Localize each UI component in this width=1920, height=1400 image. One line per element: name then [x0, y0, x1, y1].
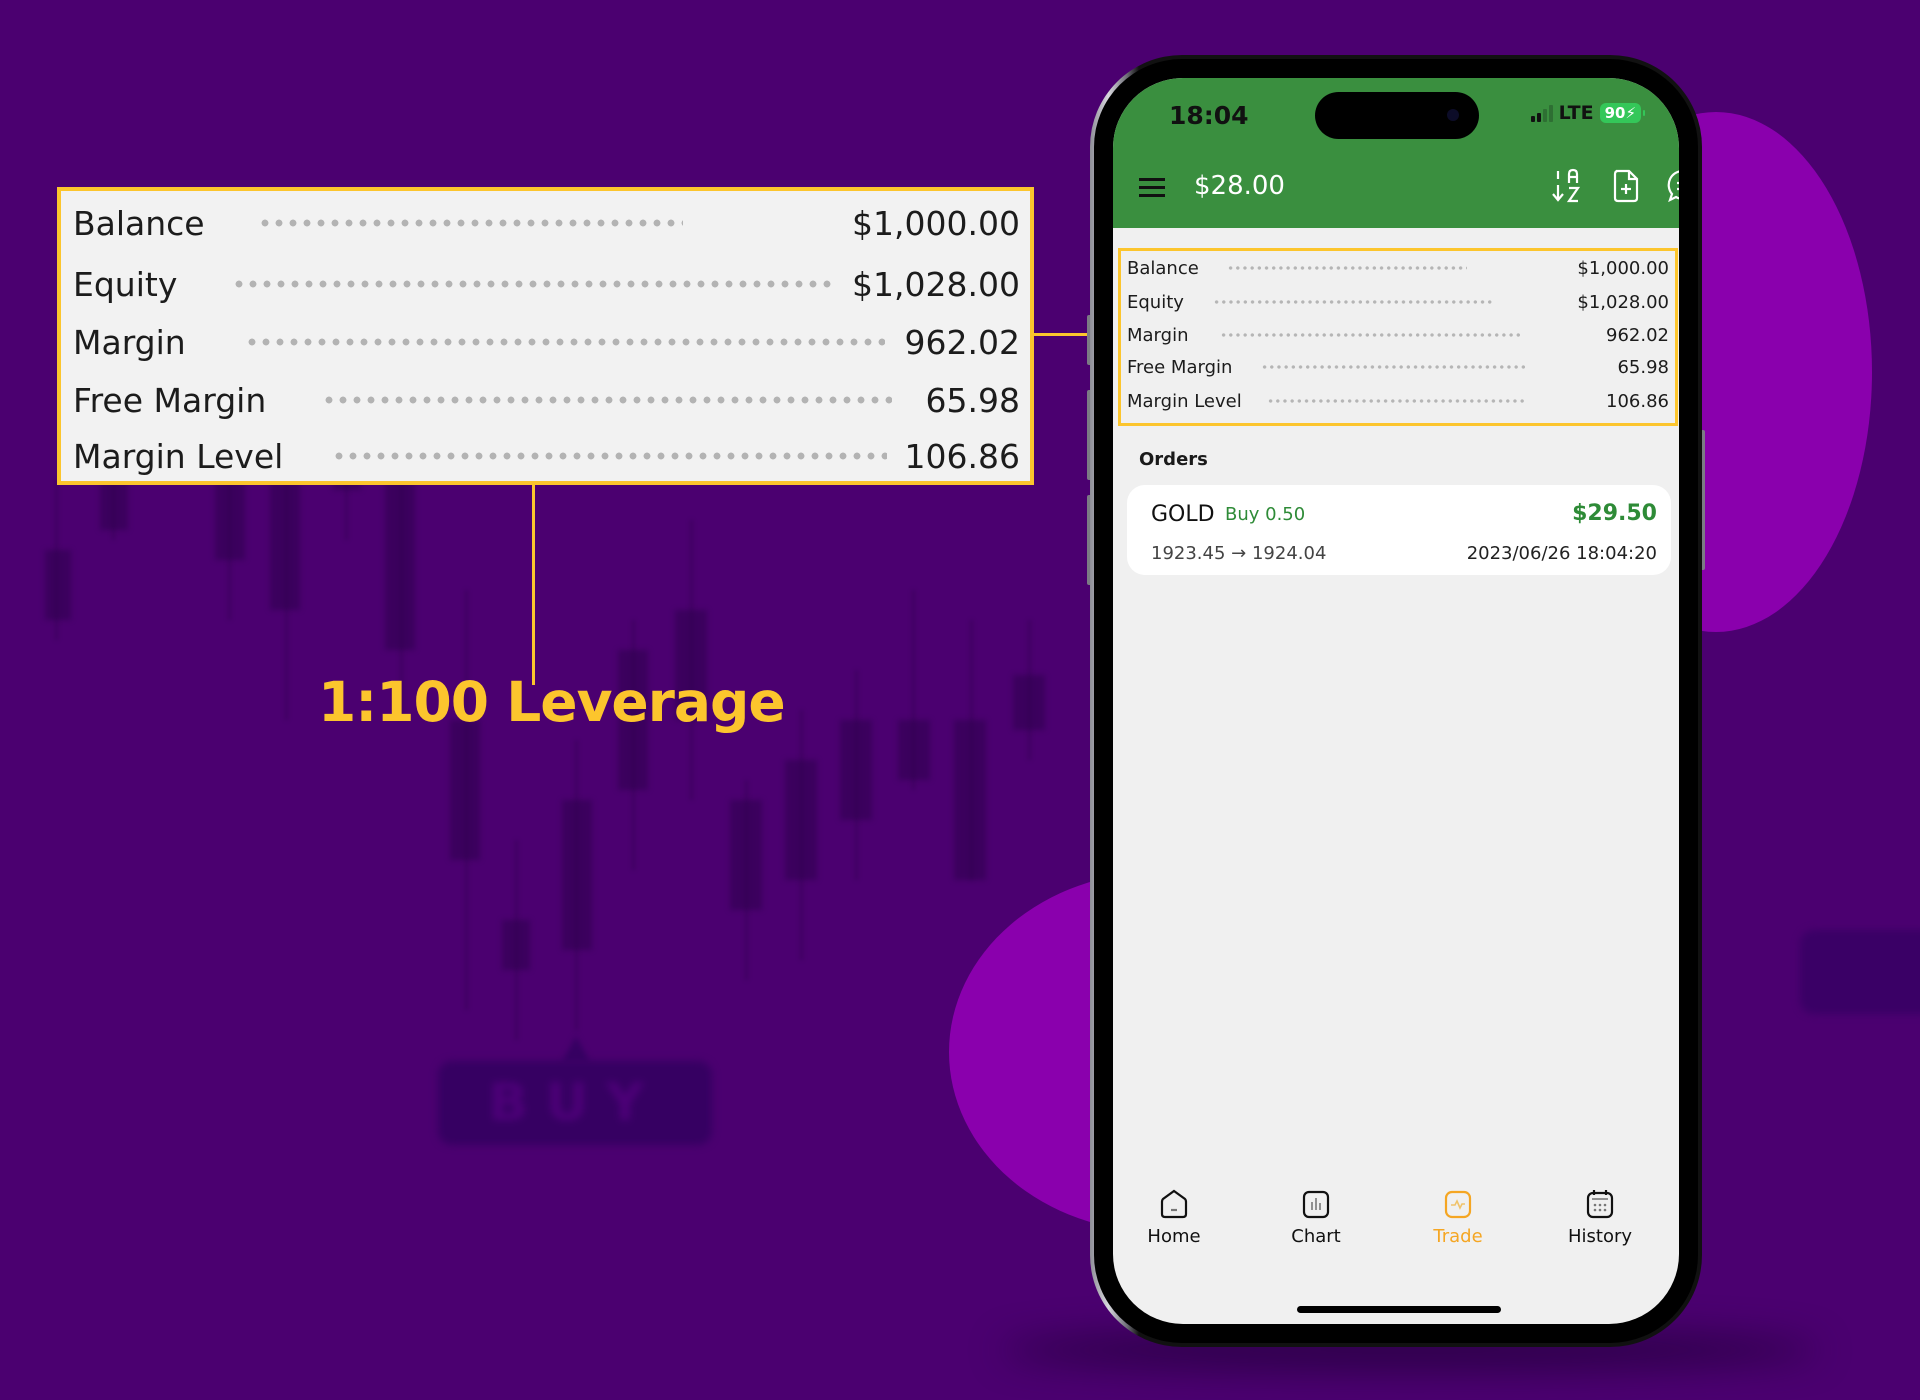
- account-summary-callout: Balance $1,000.00 Equity $1,028.00 Margi…: [57, 187, 1034, 485]
- summary-row-margin-level: Margin Level 106.86: [1127, 386, 1669, 416]
- callout-label: Balance: [73, 203, 205, 243]
- charging-bolt-icon: ⚡: [1625, 104, 1636, 122]
- tab-label: Chart: [1291, 1226, 1341, 1247]
- menu-button[interactable]: [1139, 178, 1165, 198]
- summary-value: $1,000.00: [1577, 257, 1669, 279]
- dot-leader: [245, 338, 885, 346]
- orders-heading: Orders: [1139, 449, 1208, 470]
- dot-leader: [232, 280, 837, 288]
- dot-leader: [258, 219, 683, 227]
- camera-icon: [1447, 109, 1459, 121]
- summary-label: Equity: [1127, 291, 1184, 313]
- callout-row-balance: Balance $1,000.00: [73, 198, 1020, 248]
- status-time: 18:04: [1169, 101, 1249, 130]
- callout-value: $1,000.00: [852, 203, 1020, 243]
- tab-home[interactable]: Home: [1114, 1188, 1234, 1247]
- order-side: Buy 0.50: [1225, 504, 1306, 525]
- callout-label: Margin Level: [73, 436, 284, 476]
- callout-row-free-margin: Free Margin 65.98: [73, 375, 1020, 425]
- dynamic-island: [1315, 92, 1479, 139]
- callout-value: 962.02: [904, 322, 1020, 362]
- chat-button[interactable]: [1665, 168, 1679, 204]
- summary-label: Margin: [1127, 324, 1189, 346]
- dot-leader: [1267, 398, 1525, 404]
- callout-label: Margin: [73, 322, 186, 362]
- order-profit: $29.50: [1572, 501, 1657, 526]
- chart-icon: [1302, 1190, 1330, 1219]
- summary-row-equity: Equity $1,028.00: [1127, 287, 1669, 317]
- order-prices: 1923.45 → 1924.04: [1151, 543, 1327, 564]
- summary-label: Margin Level: [1127, 390, 1242, 412]
- summary-value: 65.98: [1617, 356, 1669, 378]
- order-time: 2023/06/26 18:04:20: [1466, 543, 1657, 564]
- leverage-caption: 1:100 Leverage: [318, 670, 786, 734]
- chat-icon: [1667, 170, 1679, 203]
- dot-leader: [332, 452, 887, 460]
- sort-button[interactable]: [1551, 168, 1585, 204]
- order-symbol: GOLD: [1151, 502, 1215, 527]
- new-order-button[interactable]: [1609, 168, 1643, 204]
- new-order-icon: [1613, 169, 1639, 203]
- caption-connector-line: [532, 485, 535, 685]
- battery-icon: 90⚡: [1599, 103, 1646, 123]
- callout-label: Equity: [73, 264, 178, 304]
- background-candlestick-chart: [0, 420, 1100, 1120]
- summary-row-margin: Margin 962.02: [1127, 320, 1669, 350]
- battery-level: 90: [1604, 104, 1626, 122]
- callout-value: $1,028.00: [852, 264, 1020, 304]
- order-item[interactable]: GOLD Buy 0.50 $29.50 1923.45 → 1924.04 2…: [1127, 485, 1671, 575]
- header-profit-amount: $28.00: [1194, 171, 1285, 201]
- tab-label: History: [1567, 1226, 1633, 1247]
- summary-value: 106.86: [1606, 390, 1669, 412]
- bottom-tab-bar: Home Chart Trade History: [1113, 1188, 1679, 1268]
- trade-icon: [1444, 1190, 1472, 1219]
- dot-leader: [322, 396, 892, 404]
- callout-value: 65.98: [925, 380, 1020, 420]
- account-summary: Balance $1,000.00 Equity $1,028.00 Margi…: [1118, 248, 1678, 426]
- home-icon: [1160, 1189, 1188, 1219]
- background-buy-button: BUY: [438, 1061, 712, 1145]
- callout-row-equity: Equity $1,028.00: [73, 259, 1020, 309]
- tab-label: Trade: [1433, 1226, 1483, 1247]
- summary-row-balance: Balance $1,000.00: [1127, 253, 1669, 283]
- tab-history[interactable]: History: [1540, 1188, 1660, 1247]
- dot-leader: [1220, 332, 1520, 338]
- phone-screen: 18:04 LTE 90⚡ $28.00 Balance $1,000.00 E…: [1113, 78, 1679, 1324]
- dot-leader: [1261, 364, 1526, 370]
- hamburger-icon: [1139, 178, 1165, 181]
- callout-value: 106.86: [904, 436, 1020, 476]
- status-indicators: LTE 90⚡: [1530, 102, 1646, 124]
- signal-icon: [1530, 104, 1553, 122]
- summary-label: Free Margin: [1127, 356, 1233, 378]
- decor-buy-pointer: [562, 1036, 590, 1062]
- summary-row-free-margin: Free Margin 65.98: [1127, 352, 1669, 382]
- phone-frame: 18:04 LTE 90⚡ $28.00 Balance $1,000.00 E…: [1090, 55, 1702, 1347]
- tab-chart[interactable]: Chart: [1256, 1188, 1376, 1247]
- callout-row-margin-level: Margin Level 106.86: [73, 431, 1020, 481]
- dot-leader: [1213, 299, 1495, 305]
- sort-az-icon: [1552, 168, 1581, 203]
- tab-trade[interactable]: Trade: [1398, 1188, 1518, 1247]
- summary-value: 962.02: [1606, 324, 1669, 346]
- home-indicator[interactable]: [1297, 1306, 1501, 1313]
- calendar-icon: [1586, 1190, 1614, 1219]
- tab-label: Home: [1147, 1226, 1201, 1247]
- summary-label: Balance: [1127, 257, 1199, 279]
- app-header: 18:04 LTE 90⚡ $28.00: [1113, 78, 1679, 228]
- summary-value: $1,028.00: [1577, 291, 1669, 313]
- background-sell-button: [1800, 930, 1920, 1014]
- callout-row-margin: Margin 962.02: [73, 317, 1020, 367]
- network-type: LTE: [1558, 102, 1594, 124]
- callout-label: Free Margin: [73, 380, 267, 420]
- dot-leader: [1227, 265, 1467, 271]
